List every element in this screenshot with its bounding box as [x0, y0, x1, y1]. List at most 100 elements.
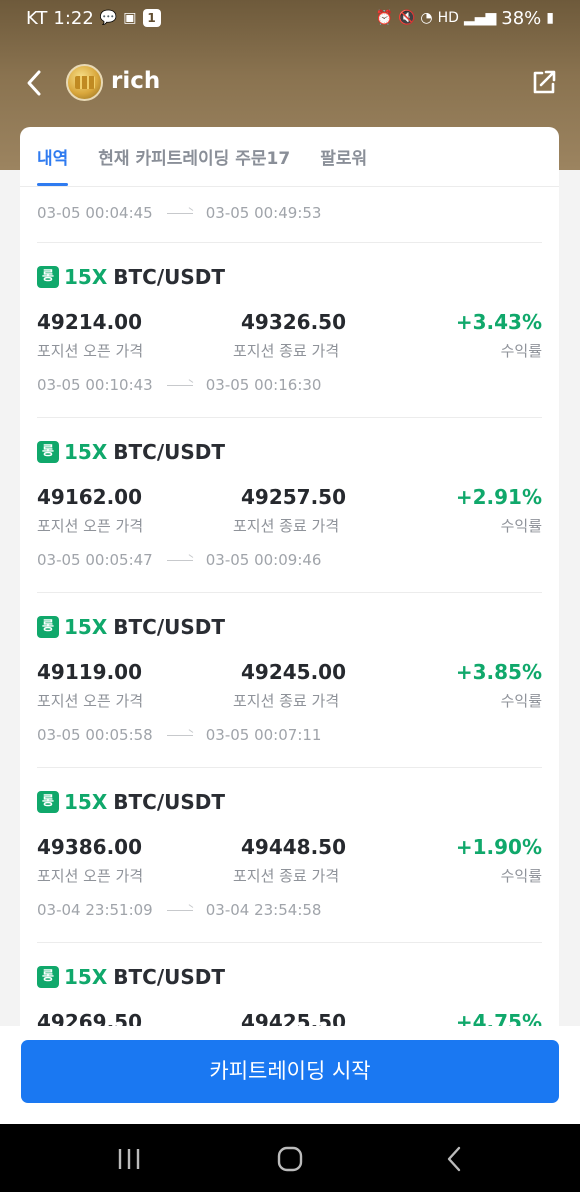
recent-apps-icon: [118, 1149, 140, 1169]
signal-icon: ▂▄▆: [463, 10, 497, 26]
pnl-value: +1.90%: [455, 835, 542, 859]
open-price-label: 포지션 오픈 가격: [37, 867, 144, 885]
close-price: 49425.50: [241, 1010, 347, 1027]
pnl-label: 수익률: [500, 517, 542, 535]
close-price-label: 포지션 종료 가격: [233, 692, 340, 710]
close-price-label: 포지션 종료 가격: [233, 342, 340, 360]
time-range: 03-05 00:05:58 03-05 00:07:11: [37, 725, 321, 745]
long-badge: 롱: [37, 441, 59, 463]
carrier-label: KT: [26, 7, 48, 29]
open-price: 49386.00: [37, 835, 143, 859]
leverage: 15X: [64, 440, 108, 464]
start-copy-trading-button[interactable]: 카피트레이딩 시작: [21, 1040, 559, 1103]
recent-apps-button[interactable]: [114, 1144, 144, 1174]
pnl-value: +4.75%: [455, 1010, 542, 1027]
open-price: 49162.00: [37, 485, 143, 509]
trade-list[interactable]: 03-05 00:04:45 03-05 00:49:53 롱 15X BTC/…: [20, 187, 559, 1027]
arrow-right-icon: [166, 212, 193, 214]
battery-label: 38%: [501, 7, 542, 29]
close-price: 49245.00: [241, 660, 347, 684]
home-button[interactable]: [276, 1144, 306, 1174]
close-price: 49448.50: [241, 835, 347, 859]
leverage: 15X: [64, 615, 108, 639]
leverage: 15X: [64, 265, 108, 289]
trading-pair: BTC/USDT: [113, 440, 226, 464]
time-range: 03-05 00:05:47 03-05 00:09:46: [37, 550, 321, 570]
trade-title: 롱 15X BTC/USDT: [37, 790, 225, 814]
close-time: 03-05 00:09:46: [205, 551, 322, 569]
trade-title: 롱 15X BTC/USDT: [37, 265, 225, 289]
status-bar: KT 1:22 💬 ▣ 1 ⏰ 🔇 ◔ HD ▂▄▆ 38% ▮: [0, 0, 580, 36]
close-time: 03-05 00:07:11: [205, 726, 322, 744]
back-button[interactable]: [22, 68, 50, 98]
history-card: 내역 현재 카피트레이딩 주문17 팔로워 03-05 00:04:45 03-…: [20, 127, 559, 1027]
list-item[interactable]: 롱 15X BTC/USDT 49214.00 포지션 오픈 가격 49326.…: [37, 243, 542, 418]
long-badge: 롱: [37, 266, 59, 288]
leverage: 15X: [64, 790, 108, 814]
trading-pair: BTC/USDT: [113, 965, 226, 989]
mute-icon: 🔇: [397, 10, 416, 26]
share-icon: [533, 70, 556, 94]
chevron-left-icon: [27, 70, 41, 96]
notification-badge: 1: [142, 9, 161, 27]
close-price-label: 포지션 종료 가격: [233, 867, 340, 885]
avatar[interactable]: [66, 64, 103, 101]
open-price-label: 포지션 오픈 가격: [37, 517, 144, 535]
close-time: 03-04 23:54:58: [205, 901, 322, 919]
time-range: 03-05 00:04:45 03-05 00:49:53: [37, 203, 542, 223]
hd-icon: HD: [437, 10, 459, 26]
open-price: 49214.00: [37, 310, 143, 334]
open-time: 03-05 00:05:47: [37, 551, 153, 569]
tab-history[interactable]: 내역: [37, 144, 69, 186]
system-nav-bar: [0, 1124, 580, 1192]
list-item[interactable]: 롱 15X BTC/USDT 49119.00 포지션 오픈 가격 49245.…: [37, 593, 542, 768]
tab-followers[interactable]: 팔로워: [320, 144, 367, 186]
open-price: 49269.50: [37, 1010, 143, 1027]
image-icon: ▣: [123, 10, 137, 26]
time-range: 03-04 23:51:09 03-04 23:54:58: [37, 900, 321, 920]
tab-current-orders[interactable]: 현재 카피트레이딩 주문17: [98, 144, 290, 186]
trade-title: 롱 15X BTC/USDT: [37, 615, 225, 639]
wifi-icon: ◔: [420, 10, 433, 26]
open-time: 03-04 23:51:09: [37, 901, 153, 919]
list-item[interactable]: 롱 15X BTC/USDT 49386.00 포지션 오픈 가격 49448.…: [37, 768, 542, 943]
system-back-button[interactable]: [440, 1144, 470, 1174]
close-time: 03-05 00:49:53: [205, 204, 322, 222]
list-item: 03-05 00:04:45 03-05 00:49:53: [37, 187, 542, 243]
trading-pair: BTC/USDT: [113, 265, 226, 289]
arrow-right-icon: [166, 909, 193, 911]
pnl-value: +3.85%: [455, 660, 542, 684]
share-button[interactable]: [530, 68, 558, 96]
chat-icon: 💬: [99, 10, 118, 26]
trading-pair: BTC/USDT: [113, 790, 226, 814]
long-badge: 롱: [37, 966, 59, 988]
trade-title: 롱 15X BTC/USDT: [37, 965, 225, 989]
alarm-icon: ⏰: [375, 10, 393, 26]
open-price-label: 포지션 오픈 가격: [37, 692, 144, 710]
arrow-right-icon: [166, 559, 193, 561]
pnl-label: 수익률: [500, 867, 542, 885]
close-time: 03-05 00:16:30: [205, 376, 322, 394]
open-time: 03-05 00:05:58: [37, 726, 153, 744]
username: rich: [111, 68, 161, 94]
bottom-action-area: 카피트레이딩 시작: [0, 1026, 580, 1124]
list-item[interactable]: 롱 15X BTC/USDT 49269.50 49425.50 +4.75%: [37, 943, 542, 1027]
long-badge: 롱: [37, 616, 59, 638]
list-item[interactable]: 롱 15X BTC/USDT 49162.00 포지션 오픈 가격 49257.…: [37, 418, 542, 593]
battery-icon: ▮: [546, 10, 554, 26]
close-price: 49257.50: [241, 485, 347, 509]
long-badge: 롱: [37, 791, 59, 813]
pnl-label: 수익률: [500, 692, 542, 710]
back-arrow-icon: [447, 1146, 461, 1172]
arrow-right-icon: [166, 384, 193, 386]
open-time: 03-05 00:04:45: [37, 204, 153, 222]
pnl-value: +2.91%: [455, 485, 542, 509]
time-range: 03-05 00:10:43 03-05 00:16:30: [37, 375, 321, 395]
clock: 1:22: [53, 7, 94, 29]
pnl-value: +3.43%: [455, 310, 542, 334]
leverage: 15X: [64, 965, 108, 989]
close-price: 49326.50: [241, 310, 347, 334]
top-bar: rich: [0, 58, 580, 108]
tab-bar: 내역 현재 카피트레이딩 주문17 팔로워: [20, 127, 559, 187]
trading-pair: BTC/USDT: [113, 615, 226, 639]
